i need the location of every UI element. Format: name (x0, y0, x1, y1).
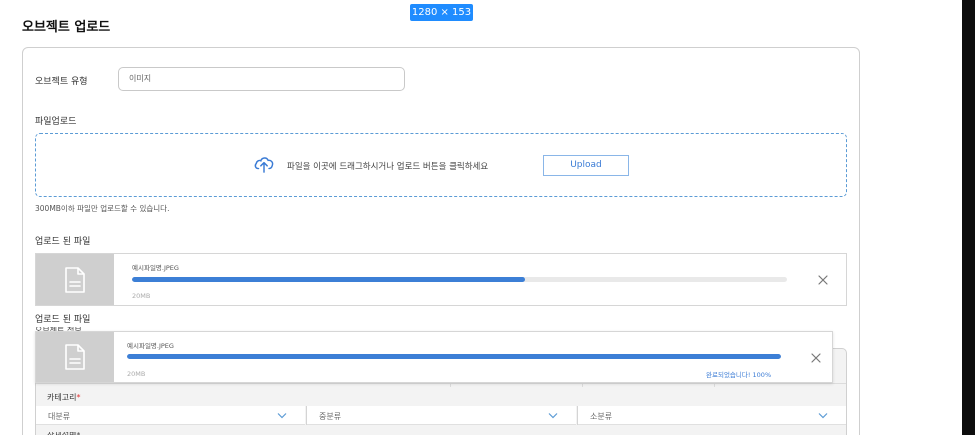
upload-progress-bar (127, 354, 781, 359)
panel-row-divider (36, 383, 846, 384)
page-title: 오브젝트 업로드 (22, 20, 111, 35)
file-size: 20MB (127, 370, 146, 378)
required-mark: * (76, 393, 81, 402)
close-icon[interactable] (817, 274, 829, 286)
upload-progress-bar (132, 277, 787, 282)
uploaded-files-title-2: 업로드 된 파일 (35, 315, 91, 325)
uploaded-files-title: 업로드 된 파일 (35, 237, 91, 247)
file-thumbnail (36, 254, 114, 305)
object-type-field[interactable]: 이미지 (118, 67, 405, 91)
chevron-down-icon (818, 413, 828, 419)
category-select-middle[interactable]: 중분류 (307, 406, 576, 425)
document-icon (65, 267, 85, 293)
upload-limit-note: 300MB이하 파일만 업로드할 수 있습니다. (35, 204, 170, 213)
select-label: 중분류 (319, 412, 342, 421)
upload-complete-status: 완료되었습니다! 100% (706, 371, 772, 379)
panel-column-divider (582, 383, 583, 387)
category-label-text: 카테고리 (47, 393, 77, 402)
upload-button[interactable]: Upload (543, 155, 629, 176)
file-size: 20MB (132, 292, 151, 300)
cloud-upload-icon (254, 157, 274, 173)
chevron-down-icon (548, 413, 558, 419)
chevron-down-icon (277, 413, 287, 419)
file-upload-title: 파일업로드 (35, 117, 77, 127)
close-icon[interactable] (810, 352, 822, 364)
category-label: 카테고리* (47, 392, 80, 403)
document-icon (65, 344, 85, 370)
panel-column-divider (714, 383, 715, 387)
file-thumbnail (36, 332, 114, 382)
select-label: 대분류 (48, 412, 71, 421)
object-type-label: 오브젝트 유형 (35, 77, 88, 87)
category-select-minor[interactable]: 소분류 (578, 406, 846, 425)
dropzone-instruction: 파일을 이곳에 드래그하시거나 업로드 버튼을 클릭하세요 (287, 162, 489, 172)
upload-progress-fill (132, 277, 525, 282)
category-select-major[interactable]: 대분류 (36, 406, 305, 425)
file-name: 예시파일명.JPEG (132, 264, 179, 272)
window-edge (962, 0, 975, 435)
select-label: 소분류 (590, 412, 613, 421)
upload-progress-fill (127, 354, 781, 359)
file-name: 예시파일명.JPEG (127, 342, 174, 350)
panel-column-divider (450, 383, 451, 387)
dimension-badge: 1280 × 153 (410, 4, 473, 21)
